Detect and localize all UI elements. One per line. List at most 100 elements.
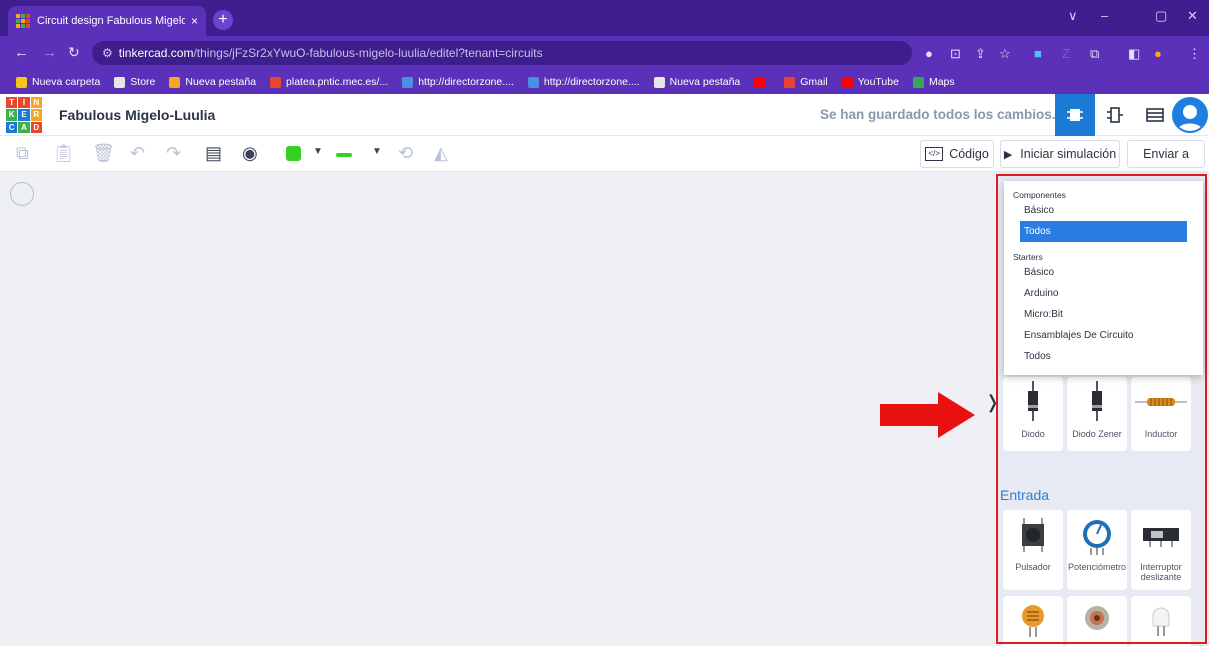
component-card-photoresistor[interactable] <box>1003 596 1063 646</box>
bookmark-label: http://directorzone.... <box>418 76 514 88</box>
reload-icon[interactable]: ↻ <box>68 44 80 61</box>
component-card-pulsador[interactable]: Pulsador <box>1003 510 1063 590</box>
share-icon[interactable]: ⇪ <box>975 46 986 62</box>
send-to-button[interactable]: Enviar a <box>1127 140 1205 168</box>
pushbutton-icon <box>1022 518 1044 552</box>
bookmark-item[interactable]: YouTube <box>841 76 899 88</box>
bookmark-item[interactable]: Store <box>114 76 155 88</box>
tinkercad-logo[interactable]: TINKERCAD <box>6 97 42 133</box>
tab-search-icon[interactable]: ∨ <box>1068 8 1078 24</box>
menu-icon[interactable]: ⋮ <box>1188 46 1201 62</box>
play-icon: ▶ <box>1003 148 1013 161</box>
bookmark-item[interactable]: platea.pntic.mec.es/... <box>270 76 388 88</box>
component-card-inductor[interactable]: Inductor <box>1131 377 1191 451</box>
bookmark-item[interactable]: http://directorzone.... <box>402 76 514 88</box>
bookmark-item[interactable]: Gmail <box>784 76 828 88</box>
dropdown-section-componentes: Componentes <box>1013 190 1066 200</box>
puzzle-icon[interactable]: ⧉ <box>1090 46 1099 62</box>
install-icon[interactable]: ⊡ <box>950 46 961 62</box>
bookmark-item[interactable]: Nueva pestaña <box>169 76 256 88</box>
fit-view-icon[interactable] <box>10 182 34 206</box>
color-dropdown-icon[interactable]: ▼ <box>313 146 323 157</box>
sidepanel-icon[interactable]: ◧ <box>1128 46 1140 62</box>
site-info-icon[interactable]: ⚙ <box>102 46 113 60</box>
list-icon <box>1146 108 1164 122</box>
rotate-icon[interactable]: ⟲ <box>398 143 413 164</box>
component-card-diodo-zener[interactable]: Diodo Zener <box>1067 377 1127 451</box>
bookmark-item[interactable]: http://directorzone.... <box>527 76 640 88</box>
logo-letter: I <box>18 97 30 109</box>
notes-icon[interactable]: ▤ <box>205 143 222 164</box>
editor-toolbar: ⧉ 📋︎ 🗑︎ ↶ ↷ ▤ ◉ ▼ ▼ ⟲ ◭ </> Código ▶ Ini… <box>0 136 1209 172</box>
google-icon[interactable]: ● <box>925 46 933 61</box>
bookmark-label: platea.pntic.mec.es/... <box>286 76 389 88</box>
dropdown-item-componentes-todos[interactable]: Todos <box>1020 221 1187 242</box>
components-filter-dropdown: Componentes Básico Todos Starters Básico… <box>1004 181 1203 375</box>
minimize-icon[interactable]: – <box>1101 8 1108 23</box>
page-icon <box>169 76 181 88</box>
copy-icon[interactable]: ⧉ <box>16 143 29 164</box>
bookmark-label: Store <box>130 76 156 88</box>
forward-icon[interactable]: → <box>42 44 57 61</box>
bookmark-item[interactable] <box>754 76 770 88</box>
new-tab-button[interactable]: + <box>213 10 233 30</box>
circuit-view-tab[interactable] <box>1055 94 1095 136</box>
component-card-sensor-2[interactable] <box>1131 596 1191 646</box>
app-header: TINKERCAD Fabulous Migelo-Luulia Se han … <box>0 94 1209 136</box>
schematic-view-tab[interactable] <box>1095 94 1135 136</box>
url-input[interactable]: ⚙ tinkercad.com/things/jFzSr2xYwuO-fabulo… <box>92 41 912 65</box>
redo-icon[interactable]: ↷ <box>166 143 181 164</box>
bookmark-item[interactable]: Nueva pestaña <box>653 76 740 88</box>
save-status: Se han guardado todos los cambios. <box>820 107 1056 122</box>
dropdown-item-starters-todos[interactable]: Todos <box>1020 346 1187 367</box>
tab-close-icon[interactable]: × <box>191 14 198 28</box>
maximize-icon[interactable]: ▢ <box>1155 8 1167 24</box>
wire-type-swatch[interactable] <box>336 153 352 157</box>
dropdown-item-componentes-basico[interactable]: Básico <box>1020 200 1187 221</box>
dropdown-item-starters-microbit[interactable]: Micro:Bit <box>1020 304 1187 325</box>
back-icon[interactable]: ← <box>14 44 29 61</box>
flip-icon[interactable]: ◭ <box>434 143 448 164</box>
component-list-tab[interactable] <box>1135 94 1175 136</box>
code-button[interactable]: </> Código <box>920 140 994 168</box>
notes-visibility-icon[interactable]: ◉ <box>242 143 258 164</box>
user-avatar[interactable] <box>1172 97 1208 133</box>
url-host: tinkercad.com <box>118 46 194 60</box>
undo-icon[interactable]: ↶ <box>130 143 145 164</box>
start-simulation-button[interactable]: ▶ Iniciar simulación <box>1000 140 1120 168</box>
extension-icon[interactable]: ■ <box>1034 46 1042 61</box>
extension-z-icon[interactable]: Z <box>1062 46 1070 61</box>
logo-letter: C <box>6 121 18 133</box>
delete-icon[interactable]: 🗑︎ <box>92 143 115 164</box>
bookmark-star-icon[interactable]: ☆ <box>999 46 1011 62</box>
globe-icon <box>114 76 126 88</box>
photoresistor-icon <box>1022 605 1044 637</box>
url-path: /things/jFzSr2xYwuO-fabulous-migelo-luul… <box>193 46 543 60</box>
sensor-icon <box>1085 606 1109 630</box>
dz-icon <box>402 76 414 88</box>
component-card-potenciometro[interactable]: Potenciómetro <box>1067 510 1127 590</box>
dropdown-item-starters-basico[interactable]: Básico <box>1020 262 1187 283</box>
send-to-label: Enviar a <box>1143 147 1189 161</box>
chip-icon <box>1067 109 1083 121</box>
folder-icon <box>16 76 27 88</box>
bookmark-item[interactable]: Maps <box>912 76 955 88</box>
color-swatch[interactable] <box>286 146 301 161</box>
profile-icon[interactable]: ● <box>1154 46 1162 61</box>
browser-tab[interactable]: Circuit design Fabulous Migelo × <box>8 6 206 36</box>
workplane[interactable] <box>0 172 995 646</box>
wire-dropdown-icon[interactable]: ▼ <box>372 146 382 157</box>
code-icon: </> <box>925 147 944 161</box>
project-name[interactable]: Fabulous Migelo-Luulia <box>59 107 215 123</box>
bookmark-item[interactable]: Nueva carpeta <box>16 76 100 88</box>
dropdown-item-starters-arduino[interactable]: Arduino <box>1020 283 1187 304</box>
window-close-icon[interactable]: ✕ <box>1187 8 1198 24</box>
logo-letter: T <box>6 97 18 109</box>
bookmark-label: Gmail <box>800 76 828 88</box>
paste-icon[interactable]: 📋︎ <box>52 143 75 164</box>
component-label: Pulsador <box>1015 562 1051 572</box>
component-card-interruptor[interactable]: Interruptor deslizante <box>1131 510 1191 590</box>
dropdown-item-starters-ensamblajes[interactable]: Ensamblajes De Circuito <box>1020 325 1187 346</box>
component-card-sensor[interactable] <box>1067 596 1127 646</box>
component-card-diodo[interactable]: Diodo <box>1003 377 1063 451</box>
